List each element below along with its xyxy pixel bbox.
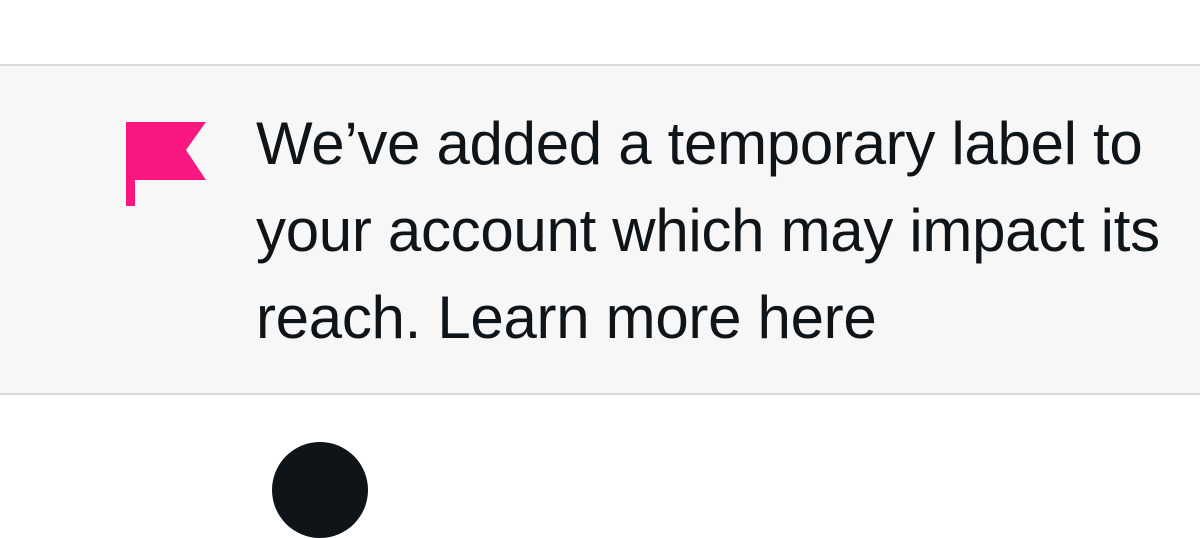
learn-more-link[interactable]: Learn more here [437,284,876,351]
top-area [0,0,1200,64]
notice-line-2: your account which may impact its [256,197,1160,264]
flag-icon [126,122,206,206]
avatar[interactable] [272,442,368,538]
notice-message: We’ve added a temporary label to your ac… [256,100,1200,361]
divider-bottom [0,393,1200,395]
notice-line-3-prefix: reach. [256,284,421,351]
notice-line-3: reach. Learn more here [256,274,1200,361]
notice-line-1: We’ve added a temporary label to [256,110,1143,177]
